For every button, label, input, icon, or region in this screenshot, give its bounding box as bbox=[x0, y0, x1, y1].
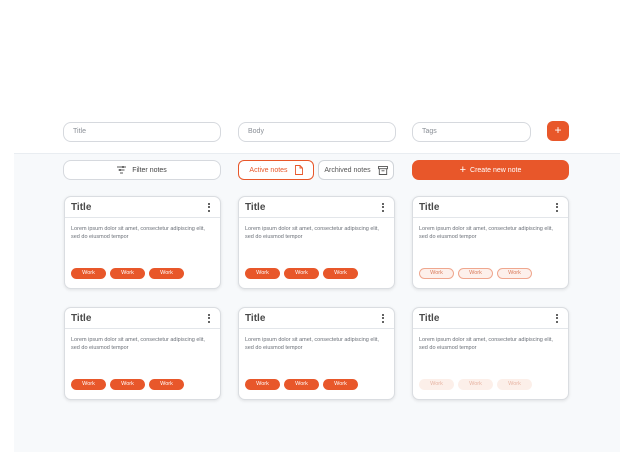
active-notes-tab[interactable]: Active notes bbox=[238, 160, 314, 180]
note-header: Title bbox=[413, 197, 568, 218]
tag-chip[interactable]: Work bbox=[458, 379, 493, 390]
note-body: Lorem ipsum dolor sit amet, consectetur … bbox=[71, 226, 205, 240]
more-options-icon[interactable] bbox=[205, 312, 213, 324]
more-options-icon[interactable] bbox=[379, 201, 387, 213]
tag-chip[interactable]: Work bbox=[71, 268, 106, 279]
note-header: Title bbox=[65, 308, 220, 329]
note-body: Lorem ipsum dolor sit amet, consectetur … bbox=[245, 226, 379, 240]
note-card[interactable]: Title Lorem ipsum dolor sit amet, consec… bbox=[238, 307, 395, 400]
tag-chip[interactable]: Work bbox=[284, 268, 319, 279]
create-new-note-button[interactable]: + Create new note bbox=[412, 160, 569, 180]
archived-notes-tab[interactable]: Archived notes bbox=[318, 160, 394, 180]
note-body: Lorem ipsum dolor sit amet, consectetur … bbox=[419, 337, 553, 351]
more-options-icon[interactable] bbox=[379, 312, 387, 324]
tag-chip[interactable]: Work bbox=[284, 379, 319, 390]
tag-chip[interactable]: Work bbox=[71, 379, 106, 390]
note-card[interactable]: Title Lorem ipsum dolor sit amet, consec… bbox=[412, 307, 569, 400]
tag-chip[interactable]: Work bbox=[458, 268, 493, 279]
filter-icon bbox=[117, 166, 127, 174]
tag-chip[interactable]: Work bbox=[323, 268, 358, 279]
tag-chip[interactable]: Work bbox=[323, 379, 358, 390]
plus-icon: + bbox=[459, 163, 467, 176]
note-tags: Work Work Work bbox=[419, 268, 532, 279]
more-options-icon[interactable] bbox=[553, 201, 561, 213]
note-tags: Work Work Work bbox=[419, 379, 532, 390]
tags-input[interactable]: Tags bbox=[412, 122, 531, 142]
note-title: Title bbox=[419, 312, 440, 324]
note-tags: Work Work Work bbox=[245, 379, 358, 390]
more-options-icon[interactable] bbox=[205, 201, 213, 213]
body-input[interactable]: Body bbox=[238, 122, 396, 142]
tag-chip[interactable]: Work bbox=[110, 379, 145, 390]
note-tags: Work Work Work bbox=[71, 268, 184, 279]
more-options-icon[interactable] bbox=[553, 312, 561, 324]
note-header: Title bbox=[65, 197, 220, 218]
tag-chip[interactable]: Work bbox=[245, 268, 280, 279]
divider bbox=[14, 153, 620, 154]
note-title: Title bbox=[419, 201, 440, 213]
tag-chip[interactable]: Work bbox=[419, 379, 454, 390]
note-card[interactable]: Title Lorem ipsum dolor sit amet, consec… bbox=[64, 307, 221, 400]
note-body: Lorem ipsum dolor sit amet, consectetur … bbox=[419, 226, 553, 240]
filter-notes-label: Filter notes bbox=[132, 166, 167, 174]
tag-chip[interactable]: Work bbox=[245, 379, 280, 390]
filter-notes-button[interactable]: Filter notes bbox=[63, 160, 221, 180]
note-body: Lorem ipsum dolor sit amet, consectetur … bbox=[245, 337, 379, 351]
add-note-button[interactable]: + bbox=[547, 121, 569, 141]
note-tags: Work Work Work bbox=[245, 268, 358, 279]
archived-notes-label: Archived notes bbox=[324, 166, 371, 174]
tag-chip[interactable]: Work bbox=[497, 268, 532, 279]
note-title: Title bbox=[245, 312, 266, 324]
title-input[interactable]: Title bbox=[63, 122, 221, 142]
create-new-note-label: Create new note bbox=[470, 166, 522, 174]
tag-chip[interactable]: Work bbox=[497, 379, 532, 390]
tag-chip[interactable]: Work bbox=[149, 379, 184, 390]
tag-chip[interactable]: Work bbox=[419, 268, 454, 279]
note-tags: Work Work Work bbox=[71, 379, 184, 390]
note-title: Title bbox=[71, 201, 92, 213]
note-card[interactable]: Title Lorem ipsum dolor sit amet, consec… bbox=[238, 196, 395, 289]
note-header: Title bbox=[239, 308, 394, 329]
document-icon bbox=[294, 165, 303, 175]
note-card[interactable]: Title Lorem ipsum dolor sit amet, consec… bbox=[412, 196, 569, 289]
note-title: Title bbox=[245, 201, 266, 213]
note-card[interactable]: Title Lorem ipsum dolor sit amet, consec… bbox=[64, 196, 221, 289]
tag-chip[interactable]: Work bbox=[110, 268, 145, 279]
note-header: Title bbox=[239, 197, 394, 218]
note-title: Title bbox=[71, 312, 92, 324]
note-header: Title bbox=[413, 308, 568, 329]
active-notes-label: Active notes bbox=[249, 166, 288, 174]
archive-icon bbox=[377, 165, 388, 175]
note-body: Lorem ipsum dolor sit amet, consectetur … bbox=[71, 337, 205, 351]
tag-chip[interactable]: Work bbox=[149, 268, 184, 279]
